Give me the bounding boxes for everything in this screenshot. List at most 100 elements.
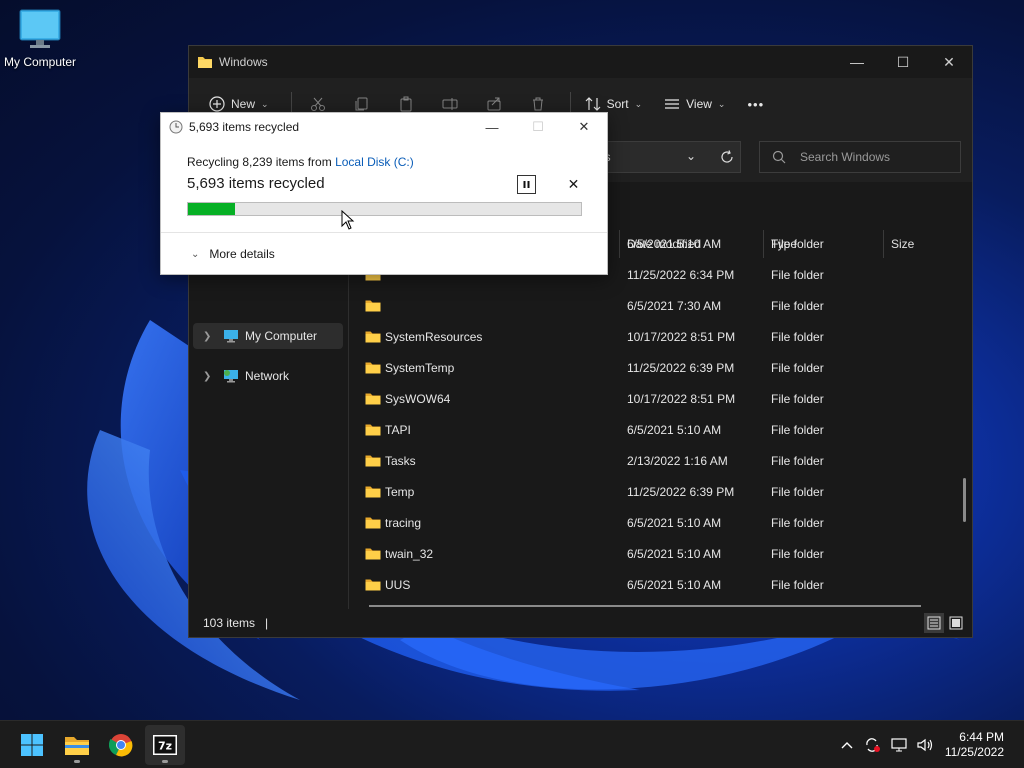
file-name: SystemTemp xyxy=(385,360,455,375)
running-indicator xyxy=(162,760,168,763)
plus-circle-icon xyxy=(209,96,225,112)
clock-date: 11/25/2022 xyxy=(944,745,1004,759)
folder-icon xyxy=(365,548,381,560)
chevron-down-icon: ⌄ xyxy=(261,98,269,109)
view-label: View xyxy=(686,97,712,111)
desktop-icon-my-computer[interactable]: My Computer xyxy=(0,8,80,69)
sort-icon xyxy=(585,97,600,111)
chrome-taskbar-button[interactable] xyxy=(101,725,141,765)
minimize-button[interactable]: — xyxy=(469,113,515,141)
start-button[interactable] xyxy=(12,725,52,765)
table-row[interactable]: Tasks 2/13/2022 1:16 AM File folder xyxy=(349,445,972,476)
chevron-right-icon[interactable]: ❯ xyxy=(203,331,219,342)
type-cell: File folder xyxy=(771,360,824,375)
taskbar: 7z 6:44 PM 11/25/2022 xyxy=(0,720,1024,768)
monitor-icon xyxy=(19,9,61,48)
chevron-down-icon: ⌄ xyxy=(717,98,726,109)
table-row[interactable]: 6/5/2021 7:30 AM File folder xyxy=(349,290,972,321)
7zip-icon: 7z xyxy=(153,735,177,755)
address-box[interactable]: ws ⌄ xyxy=(589,141,741,173)
table-row[interactable]: SystemResources 10/17/2022 8:51 PM File fo… xyxy=(349,321,972,352)
type-cell: File folder xyxy=(771,515,824,530)
maximize-button[interactable]: ☐ xyxy=(880,46,926,78)
recycling-prefix: Recycling 8,239 items from xyxy=(187,155,336,169)
network-icon xyxy=(224,370,238,383)
cancel-button[interactable]: ✕ xyxy=(564,175,583,194)
folder-icon xyxy=(365,424,381,436)
items-recycled-text: 5,693 items recycled xyxy=(187,175,325,192)
taskbar-clock[interactable]: 6:44 PM 11/25/2022 xyxy=(945,730,1004,760)
sync-status-icon[interactable] xyxy=(860,737,886,753)
refresh-icon[interactable] xyxy=(720,150,734,164)
nav-item-my-computer[interactable]: ❯ My Computer xyxy=(193,323,343,349)
sort-button[interactable]: Sort ⌄ xyxy=(585,96,642,112)
file-name: UUS xyxy=(385,577,411,592)
details-view-icon[interactable] xyxy=(924,613,944,633)
file-name: Tasks xyxy=(385,453,416,468)
date-modified-cell: 6/5/2021 5:10 AM xyxy=(627,236,722,251)
more-options-button[interactable]: ••• xyxy=(747,97,764,112)
search-icon xyxy=(772,150,786,164)
more-details-toggle[interactable]: ⌄ More details xyxy=(191,247,275,261)
svg-text:7z: 7z xyxy=(158,740,172,753)
tiles-view-icon[interactable] xyxy=(946,613,966,633)
chevron-right-icon[interactable]: ❯ xyxy=(203,371,219,382)
desktop-icon-label: My Computer xyxy=(3,55,77,69)
view-list-icon xyxy=(665,99,680,109)
file-name-cell: SystemTemp xyxy=(365,361,454,375)
monitor-icon xyxy=(224,330,238,343)
volume-icon[interactable] xyxy=(912,737,938,753)
file-name-cell: UUS xyxy=(365,578,410,592)
explorer-titlebar[interactable]: Windows — ☐ ✕ xyxy=(189,46,972,78)
progress-bar-fill xyxy=(188,203,236,215)
table-row[interactable]: TAPI 6/5/2021 5:10 AM File folder xyxy=(349,414,972,445)
system-tray xyxy=(834,721,938,768)
minimize-button[interactable]: — xyxy=(834,46,880,78)
folder-icon xyxy=(365,393,381,405)
table-row[interactable]: twain_32 6/5/2021 5:10 AM File folder xyxy=(349,538,972,569)
type-cell: File folder xyxy=(771,546,824,561)
folder-icon xyxy=(365,455,381,467)
file-name-cell: TAPI xyxy=(365,423,411,437)
progress-bar xyxy=(187,202,582,216)
file-explorer-taskbar-button[interactable] xyxy=(57,725,97,765)
date-modified-cell: 11/25/2022 6:34 PM xyxy=(627,267,735,282)
vertical-scrollbar-thumb[interactable] xyxy=(963,478,966,522)
table-row[interactable]: tracing 6/5/2021 5:10 AM File folder xyxy=(349,507,972,538)
source-drive-link[interactable]: Local Disk (C:) xyxy=(335,155,414,169)
network-icon[interactable] xyxy=(886,737,912,753)
close-button[interactable]: ✕ xyxy=(561,113,607,141)
file-name-cell: tracing xyxy=(365,516,421,530)
file-name-cell: Tasks xyxy=(365,454,416,468)
running-indicator xyxy=(74,760,80,763)
table-row[interactable]: SysWOW64 10/17/2022 8:51 PM File folder xyxy=(349,383,972,414)
recycling-source-text: Recycling 8,239 items from Local Disk (C… xyxy=(187,155,414,169)
file-name-cell: SystemResources xyxy=(365,330,482,344)
new-button[interactable]: New ⌄ xyxy=(209,96,269,112)
status-bar: 103 items | xyxy=(189,609,972,637)
table-row[interactable]: SystemTemp 11/25/2022 6:39 PM File folder xyxy=(349,352,972,383)
close-button[interactable]: ✕ xyxy=(926,46,972,78)
type-cell: File folder xyxy=(771,329,824,344)
folder-icon xyxy=(365,300,381,312)
sort-label: Sort xyxy=(606,97,629,111)
windows-logo-icon xyxy=(21,734,43,756)
chevron-down-icon[interactable]: ⌄ xyxy=(686,149,696,163)
file-name-cell: SysWOW64 xyxy=(365,392,450,406)
date-modified-cell: 11/25/2022 6:39 PM xyxy=(627,360,735,375)
search-input[interactable]: Search Windows xyxy=(759,141,961,173)
dialog-titlebar[interactable]: 5,693 items recycled — ☐ ✕ xyxy=(161,113,607,141)
date-modified-cell: 6/5/2021 7:30 AM xyxy=(627,298,722,313)
nav-item-network[interactable]: ❯ Network xyxy=(193,363,343,389)
horizontal-scrollbar-thumb[interactable] xyxy=(369,605,921,607)
chevron-up-icon[interactable] xyxy=(834,741,860,749)
type-cell: File folder xyxy=(771,484,824,499)
view-button[interactable]: View ⌄ xyxy=(664,96,725,112)
table-row[interactable]: Temp 11/25/2022 6:39 PM File folder xyxy=(349,476,972,507)
date-modified-cell: 10/17/2022 8:51 PM xyxy=(627,391,736,406)
7zip-taskbar-button[interactable]: 7z xyxy=(145,725,185,765)
date-modified-cell: 6/5/2021 5:10 AM xyxy=(627,422,722,437)
table-row[interactable]: UUS 6/5/2021 5:10 AM File folder xyxy=(349,569,972,600)
more-label: ••• xyxy=(747,96,765,112)
pause-button[interactable] xyxy=(517,175,536,194)
